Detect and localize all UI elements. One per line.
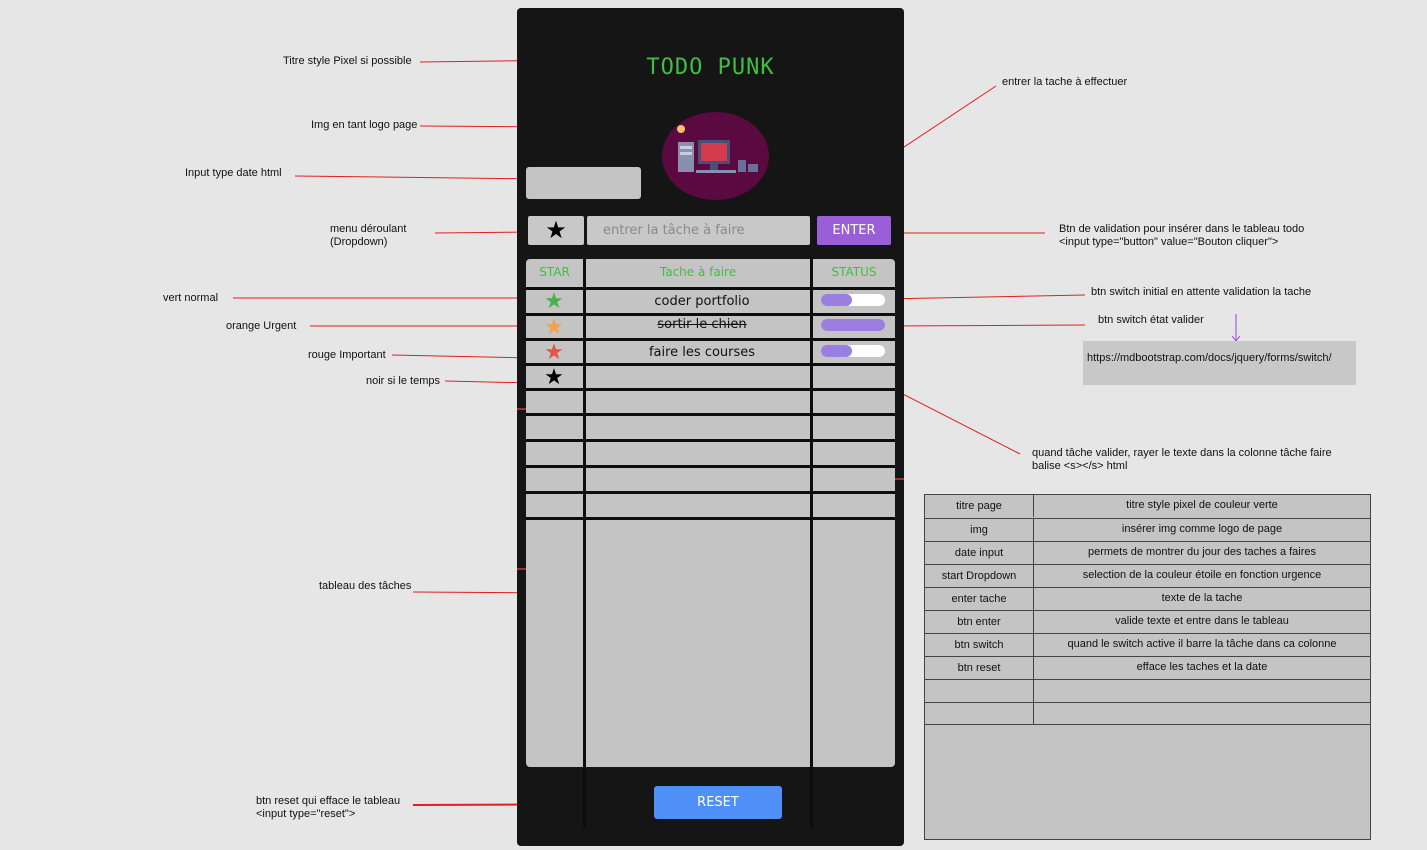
legend-key: date input (954, 547, 1004, 559)
annotation-green: vert normal (163, 292, 219, 304)
enter-button[interactable]: ENTER (817, 216, 891, 245)
legend-key: img (970, 524, 988, 536)
row-divider (526, 491, 895, 494)
legend-value: efface les taches et la date (1033, 657, 1370, 679)
switch-fill (821, 319, 885, 331)
legend-row: btn switch quand le switch active il barr… (925, 633, 1370, 656)
legend-row (925, 679, 1370, 702)
row-divider (526, 413, 895, 416)
annotation-table: tableau des tâches (319, 580, 412, 592)
annotation-strike: quand tâche valider, rayer le texte dans… (1032, 447, 1332, 459)
annotation-enter-btn-sub: <input type="button" value="Bouton cliqu… (1059, 236, 1279, 248)
legend-value: titre style pixel de couleur verte (1033, 495, 1370, 517)
task-text-done: sortir le chien (592, 317, 812, 332)
star-icon-orange: ★ (544, 314, 564, 339)
annotation-red: rouge Important (308, 349, 386, 361)
task-text: coder portfolio (654, 294, 750, 309)
strikethrough-text: sortir le chien (657, 317, 747, 332)
annotation-strike-sub: balise <s></s> html (1032, 460, 1128, 472)
annotation-enter-task: entrer la tache à effectuer (1002, 76, 1128, 88)
star-icon-red: ★ (544, 339, 564, 364)
legend-value: texte de la tache (1033, 588, 1370, 610)
annotation-logo: Img en tant logo page (311, 119, 418, 131)
legend-row: enter tache texte de la tache (925, 587, 1370, 610)
logo-image (662, 112, 769, 200)
annotation-dropdown-sub: (Dropdown) (330, 236, 388, 248)
legend-value: quand le switch active il barre la tâche… (1033, 634, 1370, 656)
star-icon: ★ (545, 217, 567, 244)
status-switch[interactable] (821, 319, 885, 331)
phone-mockup: TODO PUNK ★ entrer la tâche à faire ENTE… (517, 8, 904, 846)
row-divider (526, 338, 895, 341)
row-divider (526, 439, 895, 442)
annotation-title: Titre style Pixel si possible (283, 55, 412, 67)
legend-row: btn reset efface les taches et la date (925, 656, 1370, 679)
legend-row: titre page titre style pixel de couleur v… (925, 495, 1370, 518)
star-dropdown[interactable]: ★ (528, 216, 584, 245)
legend-value: insérer img comme logo de page (1033, 519, 1370, 541)
reset-button[interactable]: RESET (654, 786, 782, 819)
task-table: STAR Tache à faire STATUS ★ coder portfo… (526, 259, 895, 829)
computer-setup-icon (677, 125, 758, 173)
row-divider (526, 363, 895, 366)
status-switch[interactable] (821, 294, 885, 306)
task-text: faire les courses (648, 345, 756, 360)
annotation-black: noir si le temps (366, 375, 440, 387)
legend-key: start Dropdown (941, 570, 1017, 582)
annotation-date: Input type date html (185, 167, 282, 179)
annotation-dropdown: menu déroulant (330, 223, 407, 235)
legend-row: date input permets de montrer du jour des… (925, 541, 1370, 564)
reference-url[interactable]: https://mdbootstrap.com/docs/jquery/form… (1083, 341, 1356, 385)
legend-key: btn switch (954, 639, 1004, 651)
header-star: STAR (539, 265, 570, 279)
legend-key: titre page (956, 500, 1002, 512)
legend-row: start Dropdown selection de la couleur ét… (925, 564, 1370, 587)
star-icon-green: ★ (544, 288, 564, 313)
legend-key: btn enter (957, 616, 1001, 628)
row-divider (526, 287, 895, 290)
legend-row: btn enter valide texte et entre dans le t… (925, 610, 1370, 633)
header-task: Tache à faire (659, 265, 737, 279)
page-title: TODO PUNK (646, 55, 775, 80)
legend-value: valide texte et entre dans le tableau (1033, 611, 1370, 633)
status-switch[interactable] (821, 345, 885, 357)
legend-key: enter tache (951, 593, 1007, 605)
legend-value: permets de montrer du jour des taches a … (1033, 542, 1370, 564)
annotation-reset: btn reset qui efface le tableau (256, 795, 401, 807)
annotation-switch-valid: btn switch état valider (1098, 314, 1204, 326)
legend-row: img insérer img comme logo de page (925, 518, 1370, 541)
task-input[interactable]: entrer la tâche à faire (587, 216, 810, 245)
row-divider (526, 388, 895, 391)
legend-value (1033, 703, 1370, 725)
row-divider (526, 313, 895, 316)
row-divider (526, 465, 895, 468)
annotation-switch-initial: btn switch initial en attente validation… (1091, 286, 1312, 298)
legend-row (925, 702, 1370, 725)
column-divider (583, 259, 586, 829)
row-divider (526, 517, 895, 520)
legend-table: titre page titre style pixel de couleur v… (924, 494, 1371, 840)
annotation-reset-sub: <input type="reset"> (256, 808, 356, 820)
switch-fill (821, 294, 852, 306)
legend-value: selection de la couleur étoile en foncti… (1033, 565, 1370, 587)
switch-fill (821, 345, 852, 357)
annotation-orange: orange Urgent (226, 320, 297, 332)
annotation-enter-btn: Btn de validation pour insérer dans le t… (1059, 223, 1305, 235)
legend-key: btn reset (957, 662, 1001, 674)
header-status: STATUS (831, 265, 877, 279)
legend-value (1033, 680, 1370, 702)
star-icon-black: ★ (544, 364, 564, 389)
date-input[interactable] (526, 167, 641, 199)
